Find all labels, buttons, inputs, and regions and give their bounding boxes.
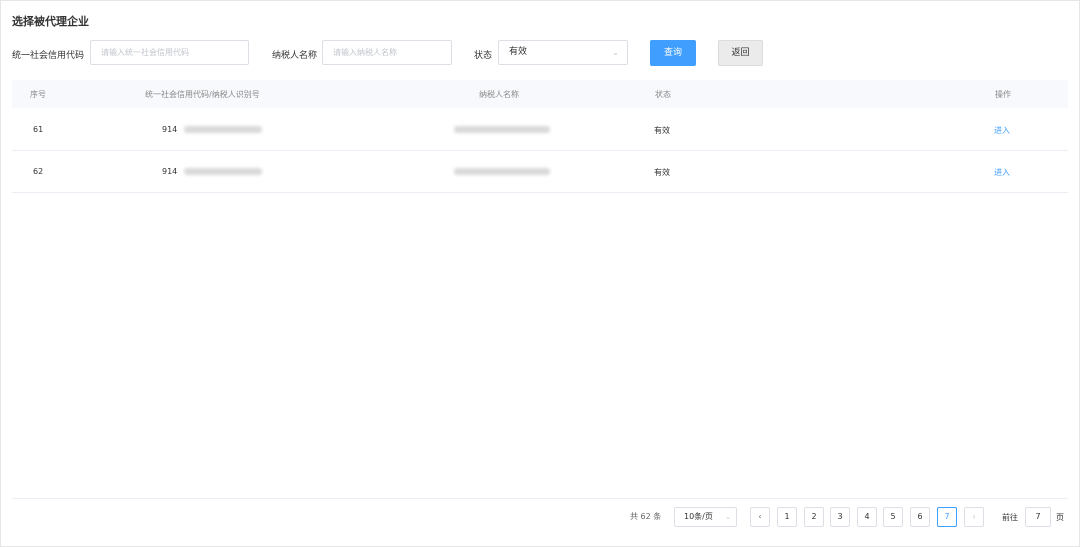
goto-page-input[interactable]: 7 [1025, 507, 1051, 527]
redacted-code [184, 168, 262, 175]
page-button-3[interactable]: 3 [830, 507, 850, 527]
page-size-select[interactable]: 10条/页 ⌄ [674, 507, 737, 527]
row-index: 61 [33, 125, 44, 134]
page-button-5[interactable]: 5 [883, 507, 903, 527]
table-row: 62 914 有效 进入 [12, 151, 1068, 193]
status-label: 状态 [474, 51, 493, 61]
pagination-total: 共 62 条 [630, 512, 662, 521]
row-code: 914 [162, 167, 178, 176]
column-header-code: 统一社会信用代码/纳税人识别号 [145, 90, 260, 99]
chevron-down-icon: ⌄ [725, 513, 731, 521]
next-page-button[interactable]: › [964, 507, 984, 527]
taxpayer-name-label: 纳税人名称 [272, 51, 318, 61]
chevron-right-icon: › [972, 512, 976, 521]
page-button-7[interactable]: 7 [937, 507, 957, 527]
goto-suffix: 页 [1056, 513, 1064, 522]
page-size-value: 10条/页 [684, 512, 713, 521]
chevron-left-icon: ‹ [758, 512, 762, 521]
column-header-action: 操作 [995, 90, 1011, 99]
column-header-index: 序号 [30, 90, 46, 99]
goto-prefix: 前往 [1002, 513, 1018, 522]
status-select-value: 有效 [509, 47, 528, 57]
query-button[interactable]: 查询 [650, 40, 696, 66]
page-button-1[interactable]: 1 [777, 507, 797, 527]
page-button-6[interactable]: 6 [910, 507, 930, 527]
credit-code-input[interactable]: 请输入统一社会信用代码 [90, 40, 249, 65]
table-header: 序号 统一社会信用代码/纳税人识别号 纳税人名称 状态 操作 [12, 80, 1068, 108]
page-title: 选择被代理企业 [12, 15, 89, 28]
page-button-4[interactable]: 4 [857, 507, 877, 527]
enter-link[interactable]: 进入 [994, 125, 1010, 136]
credit-code-label: 统一社会信用代码 [12, 51, 85, 61]
enter-link[interactable]: 进入 [994, 167, 1010, 178]
row-index: 62 [33, 167, 44, 176]
redacted-name [454, 126, 550, 133]
back-button[interactable]: 返回 [718, 40, 763, 66]
status-select[interactable]: 有效 ⌄ [498, 40, 628, 65]
taxpayer-name-input[interactable]: 请输入纳税人名称 [322, 40, 452, 65]
chevron-down-icon: ⌄ [612, 48, 619, 57]
table-row: 61 914 有效 进入 [12, 109, 1068, 151]
row-code: 914 [162, 125, 178, 134]
row-status: 有效 [654, 126, 670, 135]
row-status: 有效 [654, 168, 670, 177]
redacted-code [184, 126, 262, 133]
redacted-name [454, 168, 550, 175]
prev-page-button[interactable]: ‹ [750, 507, 770, 527]
footer-divider [12, 498, 1068, 499]
column-header-name: 纳税人名称 [479, 90, 519, 99]
page-button-2[interactable]: 2 [804, 507, 824, 527]
column-header-status: 状态 [655, 90, 671, 99]
